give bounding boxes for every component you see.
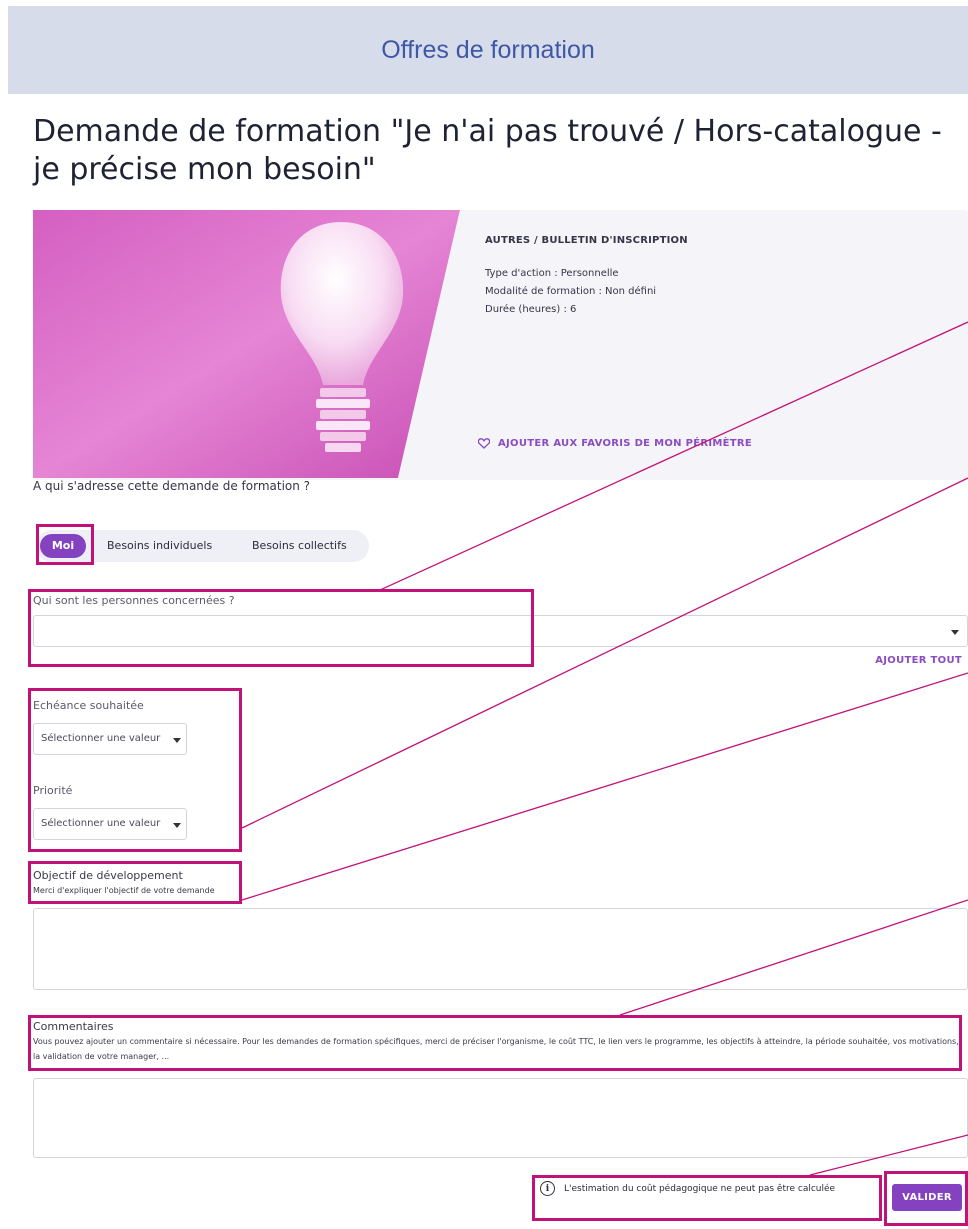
page-title: Demande de formation "Je n'ai pas trouvé… (33, 114, 942, 187)
card-action-type: Type d'action : Personnelle (485, 268, 619, 279)
caret-down-icon (951, 630, 959, 635)
add-all-button[interactable]: AJOUTER TOUT (875, 655, 962, 666)
objective-label: Objectif de développement (33, 869, 183, 882)
card-modality: Modalité de formation : Non défini (485, 286, 657, 297)
caret-down-icon (173, 738, 181, 743)
deadline-placeholder: Sélectionner une valeur (41, 733, 161, 744)
comments-textarea[interactable] (33, 1078, 968, 1158)
caret-down-icon (173, 823, 181, 828)
audience-question: A qui s'adresse cette demande de formati… (33, 479, 311, 493)
card-category: AUTRES / BULLETIN D'INSCRIPTION (485, 235, 688, 246)
validate-button[interactable]: VALIDER (892, 1184, 962, 1211)
audience-segmented-control: Moi Besoins individuels Besoins collecti… (36, 530, 369, 562)
priority-placeholder: Sélectionner une valeur (41, 818, 161, 829)
top-header-bar: Offres de formation (8, 6, 968, 94)
info-icon: i (540, 1181, 555, 1196)
priority-label: Priorité (33, 784, 73, 797)
objective-textarea[interactable] (33, 908, 968, 990)
deadline-select[interactable]: Sélectionner une valeur (33, 723, 187, 755)
deadline-label: Echéance souhaitée (33, 699, 144, 712)
heart-outline-icon (478, 438, 490, 449)
audience-option-me[interactable]: Moi (40, 534, 86, 558)
persons-label: Qui sont les personnes concernées ? (33, 594, 235, 607)
priority-select[interactable]: Sélectionner une valeur (33, 808, 187, 840)
cost-estimate-note: i L'estimation du coût pédagogique ne pe… (540, 1181, 835, 1196)
audience-option-collective[interactable]: Besoins collectifs (252, 530, 347, 562)
lightbulb-hero-image (33, 210, 460, 478)
add-favorites-label: AJOUTER AUX FAVORIS DE MON PÉRIMÈTRE (498, 438, 753, 449)
comments-label: Commentaires (33, 1020, 114, 1033)
add-favorites-button[interactable]: AJOUTER AUX FAVORIS DE MON PÉRIMÈTRE (478, 438, 752, 449)
training-card: AUTRES / BULLETIN D'INSCRIPTION Type d'a… (33, 210, 968, 480)
comments-help: Vous pouvez ajouter un commentaire si né… (33, 1037, 959, 1061)
objective-help: Merci d'expliquer l'objectif de votre de… (33, 886, 215, 895)
header-title: Offres de formation (381, 36, 595, 64)
audience-option-individual[interactable]: Besoins individuels (107, 530, 212, 562)
persons-select[interactable] (33, 615, 968, 647)
card-duration: Durée (heures) : 6 (485, 304, 577, 315)
cost-estimate-text: L'estimation du coût pédagogique ne peut… (564, 1183, 836, 1194)
